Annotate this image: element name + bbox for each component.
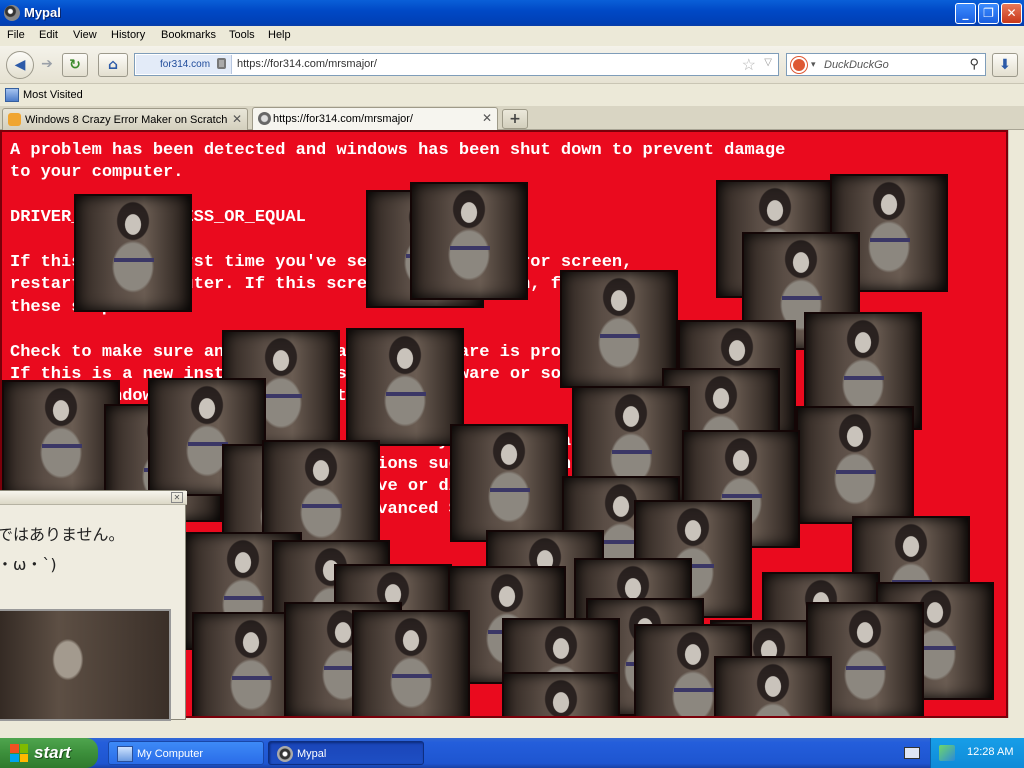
error-text-line: A problem has been detected and windows …	[10, 141, 786, 160]
ghost-girl-image	[352, 610, 470, 716]
url-text[interactable]: https://for314.com/mrsmajor/	[237, 58, 377, 70]
start-label: start	[34, 743, 71, 762]
tab-close-icon[interactable]: ✕	[482, 111, 492, 125]
search-input[interactable]: ▾ DuckDuckGo ⚲	[786, 53, 986, 76]
most-visited-icon	[5, 88, 19, 102]
duckduckgo-icon[interactable]	[791, 57, 807, 73]
ghost-girl-image	[560, 270, 678, 388]
menu-help[interactable]: Help	[268, 29, 291, 41]
download-button[interactable]: ⬇	[992, 53, 1018, 77]
windows-logo-icon	[10, 744, 28, 762]
menu-bar: File Edit View History Bookmarks Tools H…	[0, 26, 1024, 46]
tab-strip: Windows 8 Crazy Error Maker on Scratch ✕…	[0, 106, 1024, 130]
search-icon[interactable]: ⚲	[969, 56, 979, 72]
navigation-toolbar: ◀ ➔ ↻ ⌂ for314.com https://for314.com/mr…	[0, 46, 1024, 84]
menu-file[interactable]: File	[7, 29, 25, 41]
popup-window[interactable]: ✕ ではありません。 ・ω・`)	[0, 490, 187, 721]
new-tab-button[interactable]: +	[502, 109, 528, 129]
popup-image	[0, 609, 171, 721]
globe-icon	[258, 112, 271, 125]
network-icon[interactable]	[939, 745, 955, 761]
popup-title-bar[interactable]: ✕	[0, 491, 187, 505]
menu-bookmarks[interactable]: Bookmarks	[161, 29, 216, 41]
ghost-girl-image	[346, 328, 464, 446]
mypal-app-icon	[4, 5, 20, 21]
taskbar-item-label: Mypal	[297, 748, 327, 760]
maximize-button[interactable]: ❐	[978, 3, 999, 24]
keyboard-icon[interactable]	[904, 747, 920, 759]
popup-message-line-2: ・ω・`)	[0, 555, 57, 574]
url-dropdown-icon[interactable]: ▽	[764, 57, 772, 68]
ghost-girl-image	[2, 380, 120, 498]
menu-tools[interactable]: Tools	[229, 29, 255, 41]
menu-edit[interactable]: Edit	[39, 29, 58, 41]
tab-mrsmajor[interactable]: https://for314.com/mrsmajor/ ✕	[252, 107, 498, 130]
tab-scratch[interactable]: Windows 8 Crazy Error Maker on Scratch ✕	[2, 108, 248, 130]
tab-close-icon[interactable]: ✕	[232, 112, 242, 126]
lock-icon	[217, 58, 226, 69]
menu-history[interactable]: History	[111, 29, 145, 41]
popup-close-icon[interactable]: ✕	[171, 492, 183, 503]
minimize-button[interactable]: _	[955, 3, 976, 24]
url-bar[interactable]: for314.com https://for314.com/mrsmajor/ …	[134, 53, 779, 76]
ghost-girl-image	[74, 194, 192, 312]
title-bar[interactable]: Mypal _ ❐ ✕	[0, 0, 1024, 26]
computer-icon	[117, 746, 133, 762]
most-visited-bookmark[interactable]: Most Visited	[23, 89, 83, 101]
forward-button[interactable]: ➔	[34, 53, 60, 77]
mypal-icon	[277, 746, 293, 762]
bookmarks-toolbar: Most Visited	[0, 84, 1024, 106]
ghost-girl-image	[502, 672, 620, 716]
ghost-girl-image	[796, 406, 914, 524]
home-button[interactable]: ⌂	[98, 53, 128, 77]
start-button[interactable]: start	[0, 738, 98, 768]
ghost-girl-image	[410, 182, 528, 300]
window-title: Mypal	[24, 5, 61, 20]
close-button[interactable]: ✕	[1001, 3, 1022, 24]
taskbar-item-label: My Computer	[137, 748, 204, 760]
taskbar-item-my-computer[interactable]: My Computer	[108, 741, 264, 765]
tab-label: https://for314.com/mrsmajor/	[273, 113, 413, 125]
taskbar-item-mypal[interactable]: Mypal	[268, 741, 424, 765]
clock[interactable]: 12:28 AM	[967, 746, 1013, 758]
back-button[interactable]: ◀	[6, 51, 34, 79]
taskbar: start My Computer Mypal 12:28 AM	[0, 738, 1024, 768]
search-placeholder: DuckDuckGo	[824, 59, 889, 71]
system-tray: 12:28 AM	[930, 738, 1024, 768]
search-engine-dropdown-icon[interactable]: ▾	[811, 59, 816, 70]
vertical-scrollbar[interactable]	[1008, 130, 1024, 718]
popup-message-line-1: ではありません。	[0, 525, 125, 544]
reload-button[interactable]: ↻	[62, 53, 88, 77]
ghost-girl-image	[714, 656, 832, 716]
ghost-girl-image	[450, 424, 568, 542]
scratch-icon	[8, 113, 21, 126]
tab-label: Windows 8 Crazy Error Maker on Scratch	[25, 114, 228, 126]
bookmark-star-icon[interactable]: ☆	[742, 55, 756, 75]
menu-view[interactable]: View	[73, 29, 97, 41]
